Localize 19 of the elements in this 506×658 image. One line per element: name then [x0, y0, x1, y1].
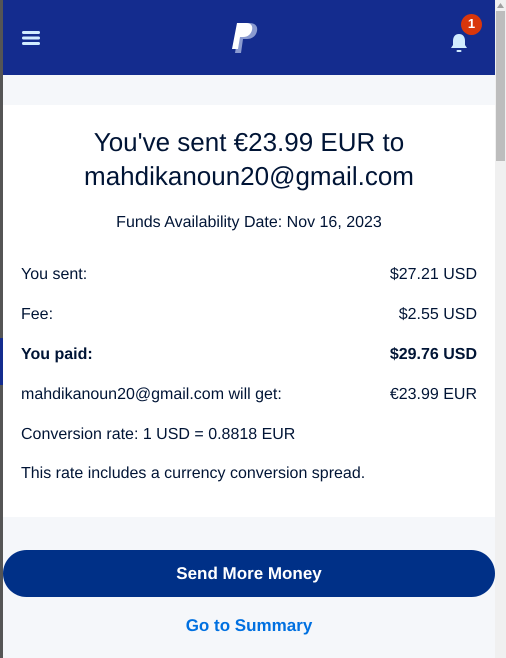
send-more-money-button[interactable]: Send More Money [3, 550, 495, 597]
summary-value: $29.76 USD [390, 345, 477, 365]
availability-date: Funds Availability Date: Nov 16, 2023 [115, 213, 383, 233]
summary-value: $27.21 USD [390, 265, 477, 285]
notification-badge: 1 [461, 14, 482, 34]
conversion-rate: Conversion rate: 1 USD = 0.8818 EUR [21, 425, 296, 445]
summary-link[interactable]: Go to Summary [186, 613, 312, 638]
summary-label: mahdikanoun20@gmail.com will get: [21, 385, 282, 405]
spread-note: This rate includes a currency conversion spread. [21, 464, 366, 484]
scrollbar-thumb[interactable] [496, 11, 505, 161]
bell-icon[interactable] [450, 32, 468, 52]
summary-value: $2.55 USD [398, 305, 477, 325]
summary-label: You paid: [21, 345, 93, 365]
summary-label: Fee: [21, 305, 54, 325]
confirmation-heading: You've sent €23.99 EUR to mahdikanoun20@gmail.com [83, 126, 415, 193]
summary-label: You sent: [21, 265, 88, 285]
menu-icon[interactable] [22, 30, 40, 44]
logo-icon[interactable] [232, 22, 258, 52]
summary-value: €23.99 EUR [390, 385, 477, 405]
